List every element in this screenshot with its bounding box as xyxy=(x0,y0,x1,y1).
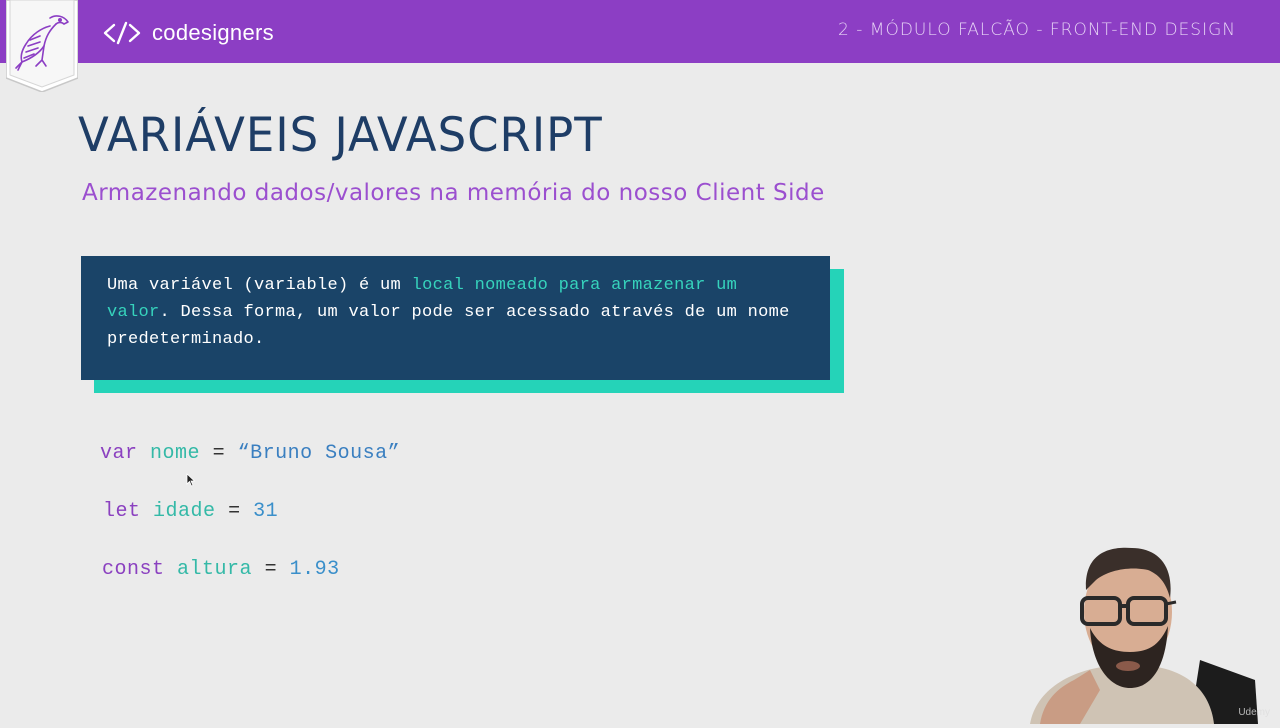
code-value: 1.93 xyxy=(289,558,340,581)
falcon-logo-icon xyxy=(5,0,79,93)
watermark: Udemy xyxy=(1238,707,1270,718)
callout-text: Uma variável (variable) é um xyxy=(107,276,412,295)
slide-subtitle: Armazenando dados/valores na memória do … xyxy=(82,180,825,206)
code-value: 31 xyxy=(253,500,279,523)
code-keyword: const xyxy=(102,558,165,581)
code-identifier: nome xyxy=(150,442,201,465)
code-operator: = xyxy=(264,558,278,581)
header-bar: codesigners 2 - MÓDULO FALCÃO - FRONT-EN… xyxy=(0,0,1280,63)
module-title: 2 - MÓDULO FALCÃO - FRONT-END DESIGN xyxy=(838,20,1236,40)
code-operator: = xyxy=(228,500,241,523)
presenter-webcam: Udemy xyxy=(1000,520,1280,724)
callout-text-end: . Dessa forma, um valor pode ser acessad… xyxy=(107,303,790,349)
code-line: let idade = 31 xyxy=(103,500,278,523)
code-line: const altura = 1.93 xyxy=(102,558,340,581)
brand: codesigners xyxy=(102,18,274,48)
code-line: var nome = “Bruno Sousa” xyxy=(100,442,400,465)
code-identifier: idade xyxy=(153,500,216,523)
code-brackets-icon xyxy=(102,20,146,46)
code-keyword: let xyxy=(103,500,141,523)
code-keyword: var xyxy=(100,442,138,465)
code-operator: = xyxy=(212,442,226,465)
code-value: “Bruno Sousa” xyxy=(237,442,401,465)
mouse-cursor-icon xyxy=(186,472,196,491)
code-identifier: altura xyxy=(177,558,253,581)
definition-callout: Uma variável (variable) é um local nomea… xyxy=(81,256,830,380)
slide-title: VARIÁVEIS JAVASCRIPT xyxy=(78,106,603,163)
brand-name: codesigners xyxy=(152,20,274,45)
